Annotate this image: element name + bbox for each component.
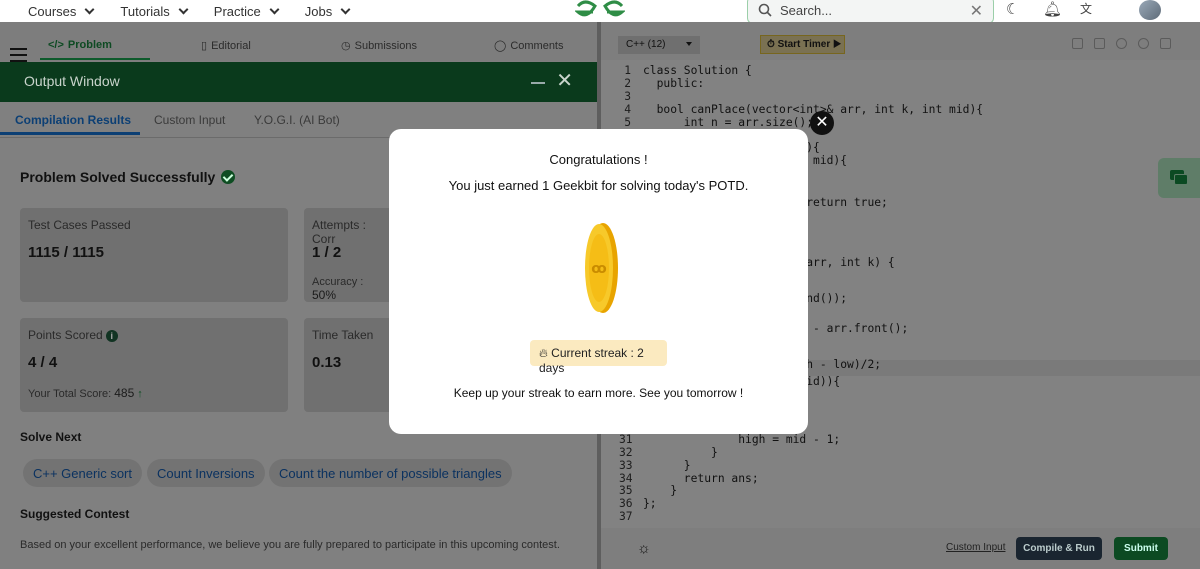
close-icon[interactable]: ✕ [556,68,573,93]
active-tab-indicator [40,58,150,60]
save-icon[interactable] [1094,38,1105,49]
suggested-contest-text: Based on your excellent performance, we … [20,539,560,551]
line-number: 32 [619,446,633,459]
line-number: 31 [619,433,633,446]
time-card: Time Taken 0.13 [304,318,389,412]
output-window-header: Output Window ✕ [0,62,597,102]
test-cases-value: 1115 / 1115 [28,244,104,261]
line-number: 1 [624,64,631,77]
solve-next-heading: Solve Next [20,430,82,444]
tab-compilation-results[interactable]: Compilation Results [15,113,131,127]
avatar[interactable] [1139,0,1161,20]
solve-next-chip[interactable]: C++ Generic sort [23,459,142,487]
info-icon[interactable]: i [105,330,118,342]
gfg-logo[interactable] [575,0,625,20]
attempts-card: Attempts : Corr 1 / 2 Accuracy : 50% [304,208,389,302]
chevron-down-icon [340,4,351,14]
search-input[interactable]: Search... [780,3,832,18]
accuracy-value: 50% [312,288,337,302]
line-number: 36 [619,497,633,510]
comment-icon: ◯ [494,40,507,52]
search-bar[interactable]: Search... ✕ [747,0,994,24]
code-line: } [643,484,678,497]
menu-icon[interactable] [10,48,27,62]
line-number: 33 [619,459,633,472]
tab-comments[interactable]: ◯ Comments [494,39,564,53]
tab-problem[interactable]: </> Problem [48,39,112,51]
clock-icon: ◷ [341,40,351,52]
custom-input-link[interactable]: Custom Input [946,542,1005,553]
minimize-icon[interactable] [531,72,545,84]
compile-run-button[interactable]: Compile & Run [1016,537,1102,560]
code-line: public: [643,77,705,90]
settings-icon[interactable] [1116,38,1127,49]
code-line: class Solution { [643,64,752,77]
line-number: 3 [624,90,631,103]
nav-jobs[interactable]: Jobs [305,4,351,19]
congratulations-modal: Congratulations ! You just earned 1 Geek… [389,129,808,434]
editor-actions: ☼ Custom Input Compile & Run Submit [601,528,1200,569]
modal-footer-text: Keep up your streak to earn more. See yo… [453,386,744,400]
output-window-title: Output Window [24,73,120,89]
points-value: 4 / 4 [28,354,58,371]
nav-tutorials[interactable]: Tutorials [120,4,189,19]
chevron-down-icon [269,4,280,14]
streak-badge: 🔥︎ Current streak : 2 days [530,340,667,375]
copy-icon[interactable] [1072,38,1083,49]
solve-next-chip[interactable]: Count the number of possible triangles [269,459,512,487]
start-timer-button[interactable]: ⏱ Start Timer ▶ [760,35,845,54]
code-line: }; [643,497,657,510]
solve-next-chip[interactable]: Count Inversions [147,459,265,487]
chevron-down-icon [178,4,189,14]
modal-subtitle: You just earned 1 Geekbit for solving to… [448,178,749,193]
total-score-value: 485 [114,386,135,400]
translate-icon[interactable]: 文 [1080,0,1092,17]
submit-button[interactable]: Submit [1114,537,1168,560]
points-card: Points Scored i 4 / 4 Your Total Score: 4… [20,318,288,412]
check-circle-icon [221,170,236,184]
code-line: } [643,446,718,459]
active-tab-indicator [0,132,140,135]
notification-bell-icon[interactable]: 🔔︎ [1043,0,1062,18]
fullscreen-icon[interactable] [1160,38,1171,49]
line-number: 4 [624,103,631,116]
code-icon: </> [48,39,64,51]
time-value: 0.13 [312,354,342,371]
lightbulb-icon[interactable]: ☼ [637,540,651,557]
clear-icon[interactable]: ✕ [970,1,983,21]
nav-practice[interactable]: Practice [214,4,280,19]
geekbit-coin-icon: ꝏ [585,223,618,313]
fire-icon: 🔥︎ [539,346,548,360]
tab-submissions[interactable]: ◷ Submissions [341,39,417,53]
status-heading: Problem Solved Successfully [20,169,236,185]
problem-tabs: </> Problem ▯ Editorial ◷ Submissions ◯ Comm… [0,22,597,61]
dropdown-arrow-icon [686,42,692,46]
modal-title: Congratulations ! [549,152,648,167]
dark-mode-icon[interactable]: ☾ [1006,0,1019,18]
tab-custom-input[interactable]: Custom Input [154,113,225,127]
search-icon [758,3,772,17]
document-icon: ▯ [201,40,208,52]
chevron-down-icon [84,4,95,14]
line-number: 2 [624,77,631,90]
svg-text:ꝏ: ꝏ [591,261,606,277]
close-modal-button[interactable]: ✕ [810,111,834,135]
chat-icon[interactable] [1158,158,1200,198]
arrow-up-icon: ↑ [137,388,143,400]
language-select[interactable]: C++ (12) [618,36,700,54]
test-cases-card: Test Cases Passed 1115 / 1115 [20,208,288,302]
line-number: 37 [619,510,633,523]
attempts-value: 1 / 2 [312,244,342,261]
editor-toolbar: C++ (12) ⏱ Start Timer ▶ [601,22,1200,60]
suggested-contest-heading: Suggested Contest [20,507,130,521]
line-number: 35 [619,484,633,497]
nav-courses[interactable]: Courses [28,4,95,19]
tab-yogi-ai-bot[interactable]: Y.O.G.I. (AI Bot) [254,113,340,127]
tab-editorial[interactable]: ▯ Editorial [201,39,251,53]
reset-icon[interactable] [1138,38,1149,49]
code-line: high = mid - 1; [643,433,841,446]
code-line: } [643,459,691,472]
